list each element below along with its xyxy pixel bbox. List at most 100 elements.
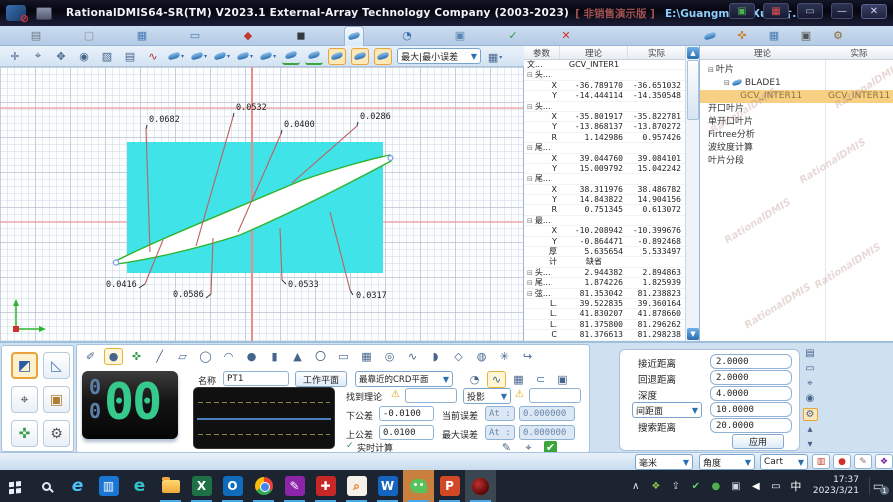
param-input[interactable]: 10.0000 bbox=[710, 402, 792, 417]
probe-strip-icon[interactable]: ◉ bbox=[803, 393, 818, 405]
table-row[interactable]: R1.1429860.957426 bbox=[524, 133, 686, 143]
dual-monitor-icon[interactable]: ▭ bbox=[797, 3, 823, 19]
table-row[interactable]: X-35.801917-35.822781 bbox=[524, 112, 686, 122]
rationaldmis-icon[interactable] bbox=[465, 470, 496, 502]
lower-tolerance-input[interactable] bbox=[379, 406, 434, 421]
blade-fit-icon[interactable]: ▾ bbox=[236, 48, 254, 65]
table-row[interactable]: R0.7513450.613072 bbox=[524, 205, 686, 215]
camera-tab-icon[interactable]: ▣ bbox=[450, 27, 470, 45]
table-row[interactable]: Y-0.864471-0.892468 bbox=[524, 237, 686, 247]
axes-small-icon[interactable]: ✜ bbox=[732, 27, 752, 45]
ellipse-button[interactable]: 〇 bbox=[311, 348, 330, 365]
param-input[interactable]: 2.0000 bbox=[710, 354, 792, 369]
scroll-up-icon[interactable]: ▲ bbox=[687, 47, 699, 59]
wechat-icon[interactable] bbox=[403, 470, 434, 502]
workplane-button[interactable]: 工作平面 bbox=[295, 371, 347, 387]
param-input[interactable]: 20.0000 bbox=[710, 418, 792, 433]
projection-dropdown[interactable]: 投影▼ bbox=[463, 388, 511, 404]
color-settings-icon[interactable]: ❖ bbox=[875, 454, 893, 469]
ink-tab-icon[interactable]: ◼ bbox=[291, 27, 311, 45]
volume-icon[interactable]: ◀ bbox=[749, 481, 763, 492]
print-strip-icon[interactable]: ▤ bbox=[803, 347, 818, 359]
minimize-button[interactable]: — bbox=[831, 3, 853, 19]
capture-view-button[interactable]: ▣ bbox=[553, 371, 572, 388]
curve-tolerance-icon[interactable] bbox=[305, 48, 323, 65]
table-row[interactable]: ⊟最... bbox=[524, 216, 686, 226]
table-row[interactable]: Y14.84382214.904156 bbox=[524, 195, 686, 205]
coordinate-report-icon[interactable]: ▥ bbox=[812, 454, 830, 469]
table-row[interactable]: L.81.37580081.296262 bbox=[524, 320, 686, 330]
plan-tab-icon[interactable]: ▤ bbox=[26, 27, 46, 45]
projection-input[interactable] bbox=[529, 388, 581, 403]
line-button[interactable]: ╱ bbox=[150, 348, 169, 365]
close-red-tab-icon[interactable]: ✕ bbox=[556, 27, 576, 45]
blade-eval-icon[interactable]: ▾ bbox=[213, 48, 231, 65]
unit-dropdown[interactable]: 毫米▼ bbox=[635, 454, 693, 470]
curve-deviation-icon[interactable] bbox=[282, 48, 300, 65]
table-row[interactable]: L.39.52283539.360164 bbox=[524, 299, 686, 309]
blade-view-1-button[interactable] bbox=[328, 48, 346, 65]
tree-item-firtree分析[interactable]: Firtree分析 bbox=[700, 129, 893, 142]
collapse-icon[interactable]: ⊟ bbox=[527, 217, 533, 225]
gauge-button[interactable]: ◺ bbox=[43, 352, 70, 379]
column-header-nominal[interactable]: 理论 bbox=[560, 46, 628, 59]
arc-button[interactable]: ◠ bbox=[219, 348, 238, 365]
ie-icon[interactable]: e bbox=[62, 470, 93, 502]
counter-icon[interactable]: ▦ bbox=[763, 3, 789, 19]
tree-header-actual[interactable]: 实际 bbox=[825, 46, 893, 59]
table-row[interactable]: 计缺省 bbox=[524, 257, 686, 267]
collapse-icon[interactable]: ⊟ bbox=[527, 144, 533, 152]
edge-icon[interactable]: e bbox=[124, 470, 155, 502]
axes-button[interactable]: ✜ bbox=[11, 420, 38, 447]
search-button[interactable] bbox=[31, 470, 62, 502]
rectangle-button[interactable]: ▦ bbox=[357, 348, 376, 365]
blade-report-icon[interactable]: ▾ bbox=[259, 48, 277, 65]
feature-name-input[interactable] bbox=[223, 371, 289, 386]
edit-mode-icon[interactable]: ✎ bbox=[854, 454, 872, 469]
error-mode-dropdown[interactable]: 最大|最小误差▼ bbox=[397, 48, 481, 64]
torus-button[interactable]: ◎ bbox=[380, 348, 399, 365]
blade-view-2-button[interactable] bbox=[351, 48, 369, 65]
data-scrollbar[interactable]: ▲ ▼ bbox=[685, 46, 699, 341]
strip-scroll-up-icon[interactable]: ▴ bbox=[803, 424, 818, 436]
tree-item-叶片[interactable]: ⊟叶片 bbox=[700, 64, 893, 77]
polygon-button[interactable]: ◇ bbox=[449, 348, 468, 365]
find-theo-input[interactable] bbox=[405, 388, 457, 403]
zoom-region-icon[interactable]: ⌖ bbox=[29, 48, 47, 65]
column-header-actual[interactable]: 实际 bbox=[628, 46, 686, 59]
table-row[interactable]: Y-13.868137-13.870272 bbox=[524, 122, 686, 132]
expander-icon[interactable]: ⊟ bbox=[708, 66, 714, 74]
point-button[interactable]: ● bbox=[104, 348, 123, 365]
document-tab-icon[interactable]: ▢ bbox=[79, 27, 99, 45]
table-row[interactable]: ⊟弦...81.35304281.238823 bbox=[524, 289, 686, 299]
monitor-tab-icon[interactable]: ▭ bbox=[185, 27, 205, 45]
camera-small-icon[interactable]: ▣ bbox=[796, 27, 816, 45]
collapse-icon[interactable]: ⊟ bbox=[527, 103, 533, 111]
ime-indicator[interactable]: 中 bbox=[789, 478, 803, 494]
table-row[interactable]: ⊟头... bbox=[524, 70, 686, 80]
apply-button[interactable]: 应用 bbox=[732, 434, 784, 449]
color-diamond-tab-icon[interactable]: ◆ bbox=[238, 27, 258, 45]
monitor-menu-icon[interactable] bbox=[36, 7, 52, 20]
probe-paint-icon[interactable]: ✐ bbox=[81, 348, 100, 365]
table-row[interactable]: ⊟头...2.9443822.894863 bbox=[524, 268, 686, 278]
app-icon[interactable] bbox=[6, 5, 26, 21]
slot-button[interactable]: ▭ bbox=[334, 348, 353, 365]
upper-tolerance-input[interactable] bbox=[379, 425, 434, 440]
tree-item-叶片分段[interactable]: 叶片分段 bbox=[700, 155, 893, 168]
graph-view-button[interactable]: ∿ bbox=[487, 371, 506, 388]
display-tray-icon[interactable]: ▭ bbox=[769, 481, 783, 492]
tree-item-blade1[interactable]: ⊟BLADE1 bbox=[700, 77, 893, 90]
table-row[interactable]: X-10.208942-10.399676 bbox=[524, 226, 686, 236]
cone-button[interactable]: ▲ bbox=[288, 348, 307, 365]
tools-small-icon[interactable]: ⚙ bbox=[828, 27, 848, 45]
tree-item-开口叶片[interactable]: 开口叶片 bbox=[700, 103, 893, 116]
curve-scan-icon[interactable]: ∿ bbox=[144, 48, 162, 65]
tree-item-单开口叶片[interactable]: 单开口叶片 bbox=[700, 116, 893, 129]
disc-button[interactable]: ◍ bbox=[472, 348, 491, 365]
view-orbit-icon[interactable]: ◉ bbox=[75, 48, 93, 65]
angle-dropdown[interactable]: 角度▼ bbox=[699, 454, 755, 470]
collapse-icon[interactable]: ⊟ bbox=[527, 279, 533, 287]
keyboard-tray-icon[interactable]: ▣ bbox=[729, 481, 743, 492]
paint3d-icon[interactable]: ✎ bbox=[279, 470, 310, 502]
